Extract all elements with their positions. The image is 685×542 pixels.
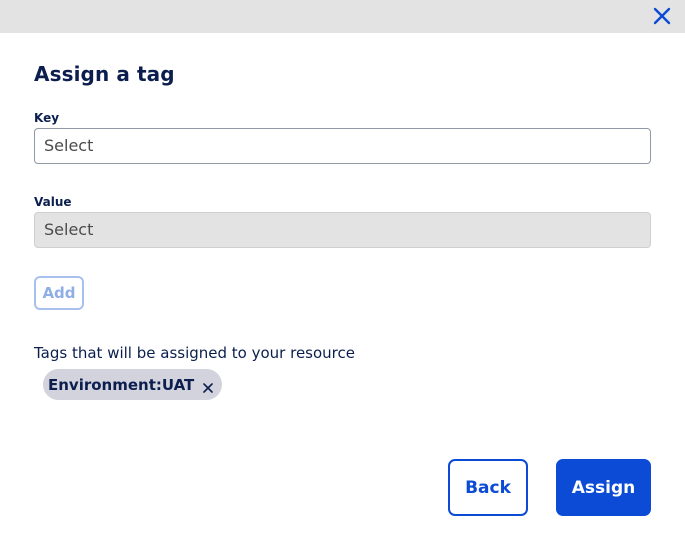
key-label: Key: [34, 111, 60, 125]
close-icon: [653, 7, 671, 25]
key-select[interactable]: Select: [34, 128, 651, 164]
tag-chip: Environment:UAT: [43, 369, 223, 400]
tag-chip-label: Environment:UAT: [48, 375, 195, 394]
back-button[interactable]: Back: [448, 459, 528, 516]
close-button[interactable]: [651, 5, 673, 27]
assign-button[interactable]: Assign: [556, 459, 651, 516]
add-button[interactable]: Add: [34, 276, 84, 310]
remove-tag-button[interactable]: [202, 379, 214, 393]
value-label: Value: [34, 195, 72, 209]
assign-tag-dialog: Assign a tag Key Select Value Select Add…: [0, 0, 685, 542]
dialog-title: Assign a tag: [34, 62, 175, 86]
value-select[interactable]: Select: [34, 212, 651, 248]
dialog-header: [0, 0, 685, 33]
close-icon: [203, 382, 214, 393]
assigned-tags-label: Tags that will be assigned to your resou…: [34, 344, 355, 362]
